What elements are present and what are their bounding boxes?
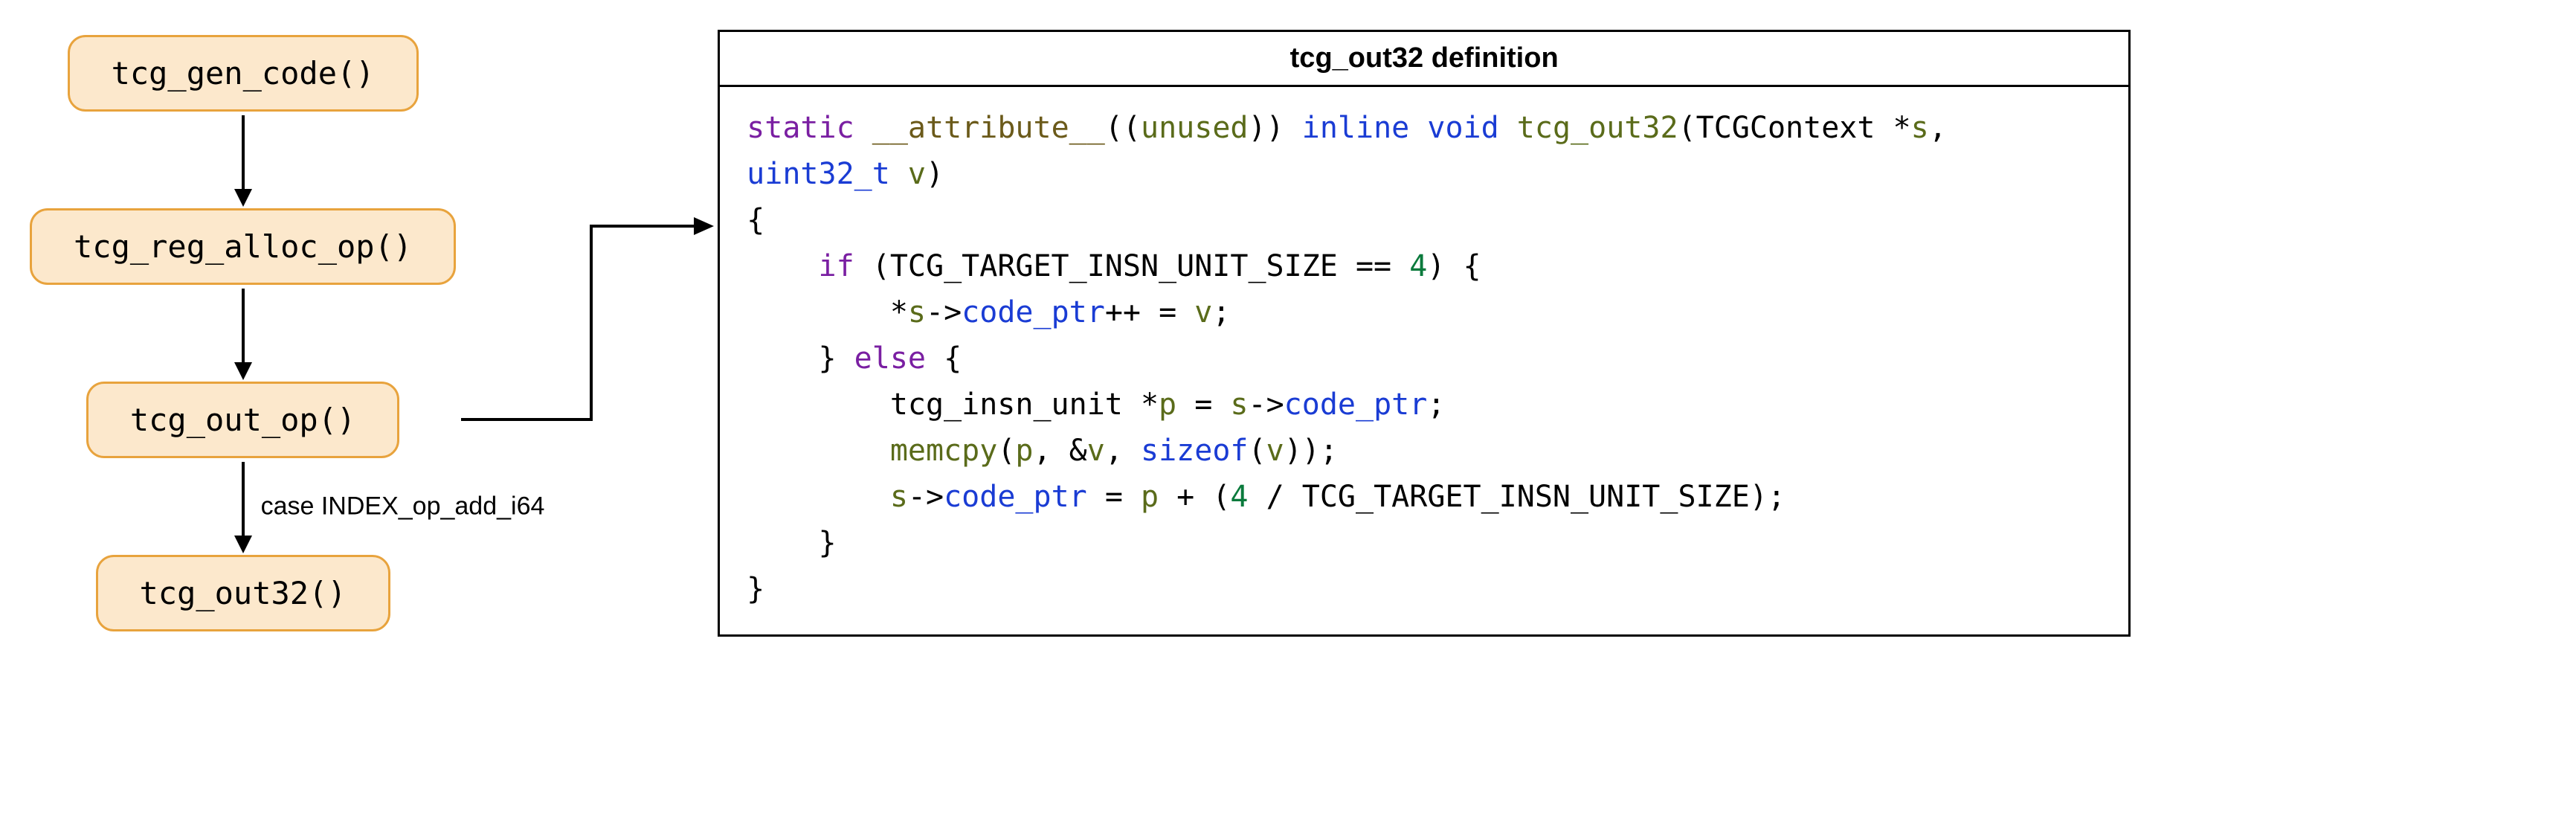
arrow-label-case: case INDEX_op_add_i64 xyxy=(261,492,545,521)
code-token: __attribute__ xyxy=(872,111,1105,145)
arrow-down-3: case INDEX_op_add_i64 xyxy=(30,458,456,555)
code-token: ) { xyxy=(1427,249,1481,283)
flow-node-tcg-out32: tcg_out32() xyxy=(96,555,390,631)
code-definition-panel: tcg_out32 definition static __attribute_… xyxy=(718,30,2131,637)
code-token: v xyxy=(1194,295,1212,329)
arrow-right-icon xyxy=(457,196,718,434)
code-token: (TCG_TARGET_INSN_UNIT_SIZE == xyxy=(854,249,1410,283)
code-token: static xyxy=(747,111,854,145)
code-token: void xyxy=(1427,111,1498,145)
code-token: v xyxy=(908,157,926,191)
flow-node-label: tcg_out32() xyxy=(140,575,347,611)
code-token: -> xyxy=(926,295,962,329)
code-token: = xyxy=(1176,388,1230,422)
code-token: sizeof xyxy=(1141,434,1249,468)
code-token: ; xyxy=(1427,388,1445,422)
code-token: tcg_insn_unit * xyxy=(890,388,1159,422)
code-token: p xyxy=(1159,388,1176,422)
code-panel-title: tcg_out32 definition xyxy=(720,32,2128,87)
code-token: ( xyxy=(1249,434,1266,468)
code-token: unused xyxy=(1141,111,1249,145)
code-token: code_ptr xyxy=(1284,388,1428,422)
flow-node-tcg-out-op: tcg_out_op() xyxy=(86,382,399,458)
code-token: } xyxy=(818,526,836,560)
flow-node-label: tcg_reg_alloc_op() xyxy=(74,228,412,265)
code-token: 4 xyxy=(1409,249,1427,283)
code-token: * xyxy=(890,295,908,329)
code-token: code_ptr xyxy=(962,295,1105,329)
arrow-down-1 xyxy=(30,112,456,208)
code-token: -> xyxy=(908,480,944,514)
flow-node-tcg-gen-code: tcg_gen_code() xyxy=(68,35,419,112)
flow-node-label: tcg_gen_code() xyxy=(112,55,375,91)
code-token: p xyxy=(1141,480,1159,514)
code-token: ++ = xyxy=(1105,295,1194,329)
code-token: else xyxy=(854,341,926,376)
code-token: { xyxy=(926,341,962,376)
arrow-down-icon xyxy=(221,285,265,382)
code-token: s xyxy=(1911,111,1929,145)
code-token: (( xyxy=(1105,111,1141,145)
code-token: )); xyxy=(1284,434,1338,468)
code-token: code_ptr xyxy=(944,480,1087,514)
code-token: memcpy xyxy=(890,434,998,468)
code-token: v xyxy=(1266,434,1284,468)
code-token: )) xyxy=(1249,111,1284,145)
code-token: v xyxy=(1087,434,1105,468)
code-token: , & xyxy=(1034,434,1087,468)
code-token: , xyxy=(1929,111,1947,145)
code-token: { xyxy=(747,203,764,237)
arrow-down-icon xyxy=(221,112,265,208)
flow-node-label: tcg_out_op() xyxy=(130,402,355,438)
code-token: ( xyxy=(997,434,1015,468)
code-token: uint32_t xyxy=(747,157,890,191)
code-token: -> xyxy=(1248,388,1284,422)
code-token: p xyxy=(1015,434,1033,468)
call-flow-column: tcg_gen_code() tcg_reg_alloc_op() tcg_ou… xyxy=(30,35,471,631)
code-token: ; xyxy=(1212,295,1230,329)
code-token: (TCGContext * xyxy=(1678,111,1911,145)
code-token: } xyxy=(818,341,854,376)
code-token: inline xyxy=(1302,111,1410,145)
arrow-down-2 xyxy=(30,285,456,382)
code-token: = xyxy=(1087,480,1141,514)
code-token: s xyxy=(890,480,908,514)
code-token: 4 xyxy=(1230,480,1248,514)
code-token: / TCG_TARGET_INSN_UNIT_SIZE); xyxy=(1249,480,1786,514)
code-token: tcg_out32 xyxy=(1517,111,1678,145)
flow-node-tcg-reg-alloc-op: tcg_reg_alloc_op() xyxy=(30,208,456,285)
code-panel-body: static __attribute__((unused)) inline vo… xyxy=(720,87,2128,634)
code-token: s xyxy=(1230,388,1248,422)
code-token: if xyxy=(818,249,854,283)
code-token: , xyxy=(1105,434,1141,468)
code-token: s xyxy=(908,295,926,329)
code-token: + ( xyxy=(1159,480,1230,514)
code-token: } xyxy=(747,572,764,606)
arrow-down-icon xyxy=(221,458,265,555)
code-token: ) xyxy=(926,157,944,191)
